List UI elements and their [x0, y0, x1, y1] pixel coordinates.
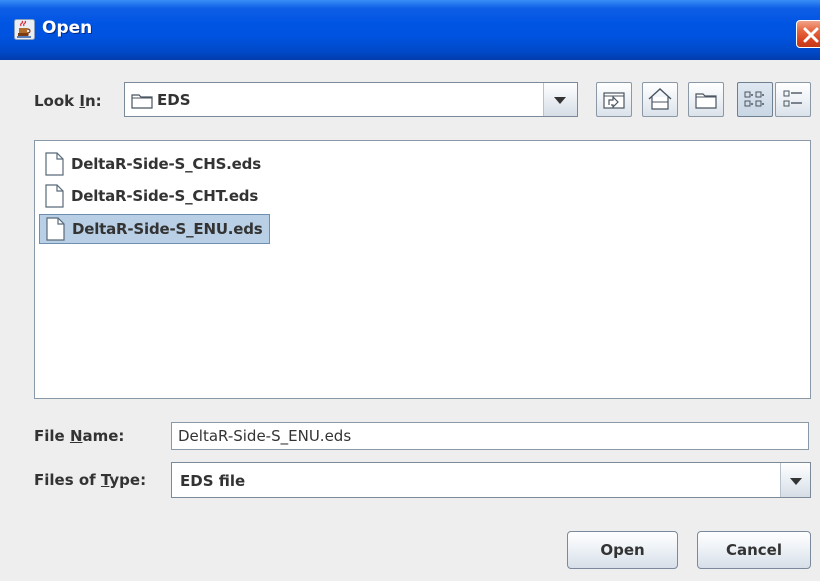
- document-icon: [46, 217, 65, 241]
- open-button[interactable]: Open: [567, 531, 678, 569]
- look-in-combo[interactable]: EDS: [124, 82, 578, 117]
- file-name-label: DeltaR-Side-S_ENU.eds: [72, 220, 263, 238]
- file-name-label: DeltaR-Side-S_CHS.eds: [71, 155, 261, 173]
- close-icon: [803, 27, 819, 43]
- document-icon: [45, 152, 64, 176]
- open-dialog: Open Look In: EDS DeltaR-Side-S_CHS.eds …: [0, 0, 820, 581]
- file-list[interactable]: DeltaR-Side-S_CHS.eds DeltaR-Side-S_CHT.…: [34, 140, 811, 399]
- home-icon: [648, 88, 672, 110]
- look-in-value: EDS: [157, 91, 191, 109]
- home-button[interactable]: [642, 82, 678, 117]
- list-view-button[interactable]: [737, 82, 773, 117]
- file-item[interactable]: DeltaR-Side-S_CHS.eds: [39, 149, 267, 179]
- document-icon: [45, 184, 64, 208]
- file-name-label: DeltaR-Side-S_CHT.eds: [71, 187, 259, 205]
- up-folder-icon: [603, 92, 625, 109]
- file-type-dropdown-button[interactable]: [780, 463, 810, 497]
- title-bar[interactable]: Open: [0, 0, 820, 60]
- file-type-label: Files of Type:: [34, 471, 147, 489]
- file-name-field-label: File Name:: [34, 427, 125, 445]
- file-item[interactable]: DeltaR-Side-S_CHT.eds: [39, 181, 264, 211]
- cancel-button[interactable]: Cancel: [697, 531, 811, 569]
- file-type-combo[interactable]: EDS file: [171, 462, 811, 498]
- window-title: Open: [42, 18, 93, 38]
- new-folder-button[interactable]: [688, 82, 724, 117]
- chevron-down-icon: [790, 478, 802, 485]
- details-view-icon: [783, 90, 802, 107]
- chevron-down-icon: [554, 97, 566, 104]
- details-view-button[interactable]: [775, 82, 811, 117]
- look-in-label: Look In:: [34, 92, 102, 110]
- close-button[interactable]: [796, 20, 820, 48]
- java-coffee-icon: [14, 19, 35, 40]
- folder-icon: [131, 94, 153, 109]
- list-view-icon: [744, 91, 764, 107]
- look-in-dropdown-button[interactable]: [543, 83, 577, 116]
- file-name-input[interactable]: [171, 422, 809, 450]
- file-type-value: EDS file: [180, 472, 246, 490]
- file-item-selected[interactable]: DeltaR-Side-S_ENU.eds: [39, 214, 270, 244]
- new-folder-icon: [695, 93, 717, 109]
- up-one-level-button[interactable]: [596, 82, 632, 117]
